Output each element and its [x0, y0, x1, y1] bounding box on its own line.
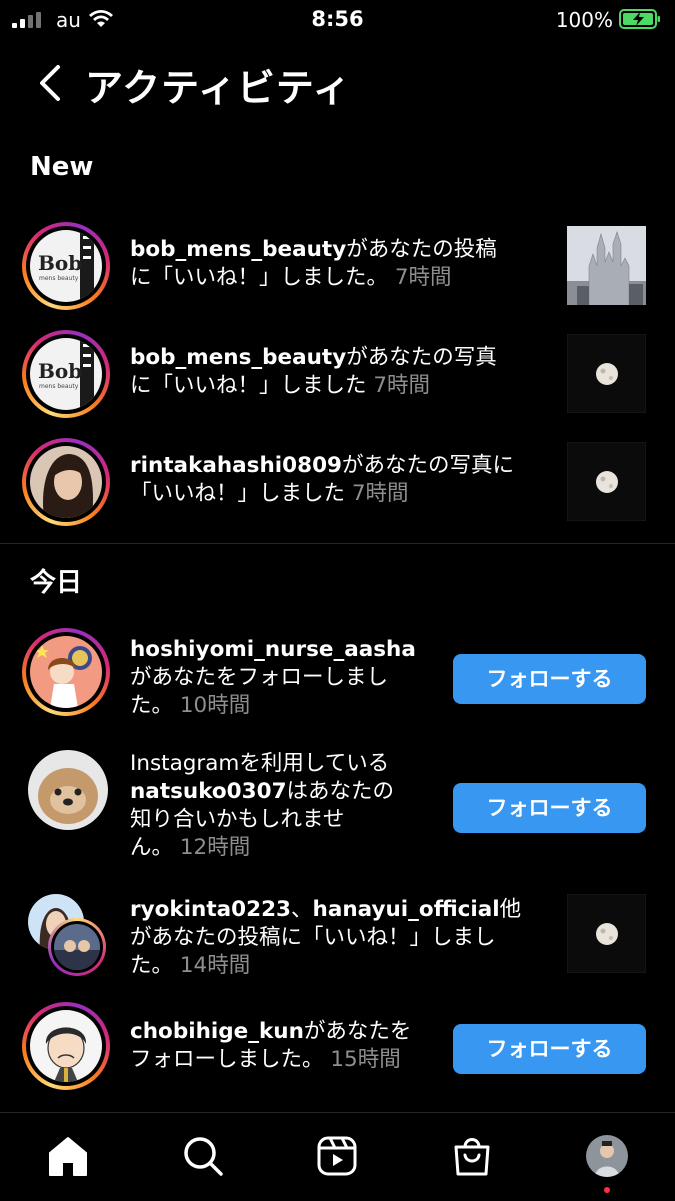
list-item[interactable]: chobihige_kunがあなたを フォローしました。 15時間 フォローする — [0, 1000, 675, 1100]
svg-text:mens beauty: mens beauty — [39, 383, 79, 390]
list-item[interactable]: rintakahashi0809があなたの写真に 「いいね！」しました 7時間 — [0, 434, 675, 534]
bottom-nav — [0, 1112, 675, 1201]
svg-text:Bob: Bob — [38, 251, 82, 275]
post-thumbnail[interactable] — [567, 894, 646, 973]
username: hoshiyomi_nurse_aasha — [130, 637, 416, 662]
username: chobihige_kun — [130, 1019, 304, 1044]
svg-text:mens beauty: mens beauty — [39, 275, 79, 282]
group-avatar[interactable] — [28, 894, 110, 976]
story-ring[interactable]: Bob mens beauty — [22, 222, 110, 310]
notification-text: Instagramを利用している natsuko0307はあなたの 知り合いかも… — [130, 751, 395, 860]
username: ryokinta0223 — [130, 897, 291, 922]
avatar: Bob mens beauty — [30, 338, 102, 410]
story-ring[interactable] — [22, 628, 110, 716]
profile-avatar[interactable] — [586, 1135, 628, 1177]
timestamp: 10時間 — [179, 693, 251, 718]
story-ring[interactable] — [22, 438, 110, 526]
section-title-new: New — [30, 152, 94, 182]
notification-dot — [604, 1187, 610, 1193]
page-title: アクティビティ — [85, 66, 352, 110]
notification-text: chobihige_kunがあなたを フォローしました。 15時間 — [130, 1019, 412, 1072]
back-chevron-icon[interactable] — [34, 61, 64, 105]
avatar: Bob mens beauty — [30, 230, 102, 302]
list-item[interactable]: Instagramを利用している natsuko0307はあなたの 知り合いかも… — [0, 748, 675, 868]
status-bar: au 8:56 100% — [0, 0, 675, 40]
story-ring[interactable] — [22, 1002, 110, 1090]
list-item[interactable]: Bob mens beauty bob_mens_beautyがあなたの投稿 に… — [0, 218, 675, 318]
avatar[interactable] — [28, 750, 108, 830]
timestamp: 7時間 — [351, 481, 409, 506]
list-item[interactable]: hoshiyomi_nurse_aasha があなたをフォローしまし た。 10… — [0, 626, 675, 726]
battery-percent: 100% — [555, 8, 613, 32]
notification-text: bob_mens_beautyがあなたの投稿 に「いいね！」しました。 7時間 — [130, 237, 497, 290]
list-item[interactable]: Bob mens beauty bob_mens_beautyがあなたの写真 に… — [0, 326, 675, 426]
header: アクティビティ — [0, 55, 675, 111]
battery-charging-icon — [619, 9, 660, 29]
shop-icon[interactable] — [452, 1135, 492, 1177]
username: hanayui_official — [312, 897, 500, 922]
notification-text: bob_mens_beautyがあなたの写真 に「いいね！」しました 7時間 — [130, 345, 497, 398]
notification-text: hoshiyomi_nurse_aasha があなたをフォローしまし た。 10… — [130, 637, 416, 718]
story-ring — [48, 918, 106, 976]
timestamp: 12時間 — [179, 835, 251, 860]
timestamp: 7時間 — [394, 265, 452, 290]
avatar — [54, 924, 100, 970]
timestamp: 15時間 — [330, 1047, 401, 1072]
username: natsuko0307 — [130, 779, 287, 804]
timestamp: 7時間 — [373, 373, 431, 398]
avatar — [30, 1010, 102, 1082]
username: bob_mens_beauty — [130, 345, 347, 370]
follow-button[interactable]: フォローする — [453, 1024, 646, 1074]
list-item[interactable]: ryokinta0223、hanayui_official他 があなたの投稿に「… — [0, 892, 675, 992]
avatar — [30, 636, 102, 708]
post-thumbnail[interactable] — [567, 442, 646, 521]
post-thumbnail[interactable] — [567, 334, 646, 413]
reels-icon[interactable] — [316, 1135, 358, 1177]
svg-text:Bob: Bob — [38, 359, 82, 383]
follow-button[interactable]: フォローする — [453, 783, 646, 833]
username: rintakahashi0809 — [130, 453, 342, 478]
notification-text: rintakahashi0809があなたの写真に 「いいね！」しました 7時間 — [130, 453, 515, 506]
follow-button[interactable]: フォローする — [453, 654, 646, 704]
post-thumbnail[interactable] — [567, 226, 646, 305]
section-divider — [0, 543, 675, 544]
avatar — [30, 446, 102, 518]
username: bob_mens_beauty — [130, 237, 347, 262]
timestamp: 14時間 — [179, 953, 251, 978]
notification-text: ryokinta0223、hanayui_official他 があなたの投稿に「… — [130, 897, 522, 978]
section-title-today: 今日 — [30, 568, 83, 598]
search-icon[interactable] — [182, 1135, 224, 1177]
home-icon[interactable] — [46, 1135, 90, 1177]
story-ring[interactable]: Bob mens beauty — [22, 330, 110, 418]
